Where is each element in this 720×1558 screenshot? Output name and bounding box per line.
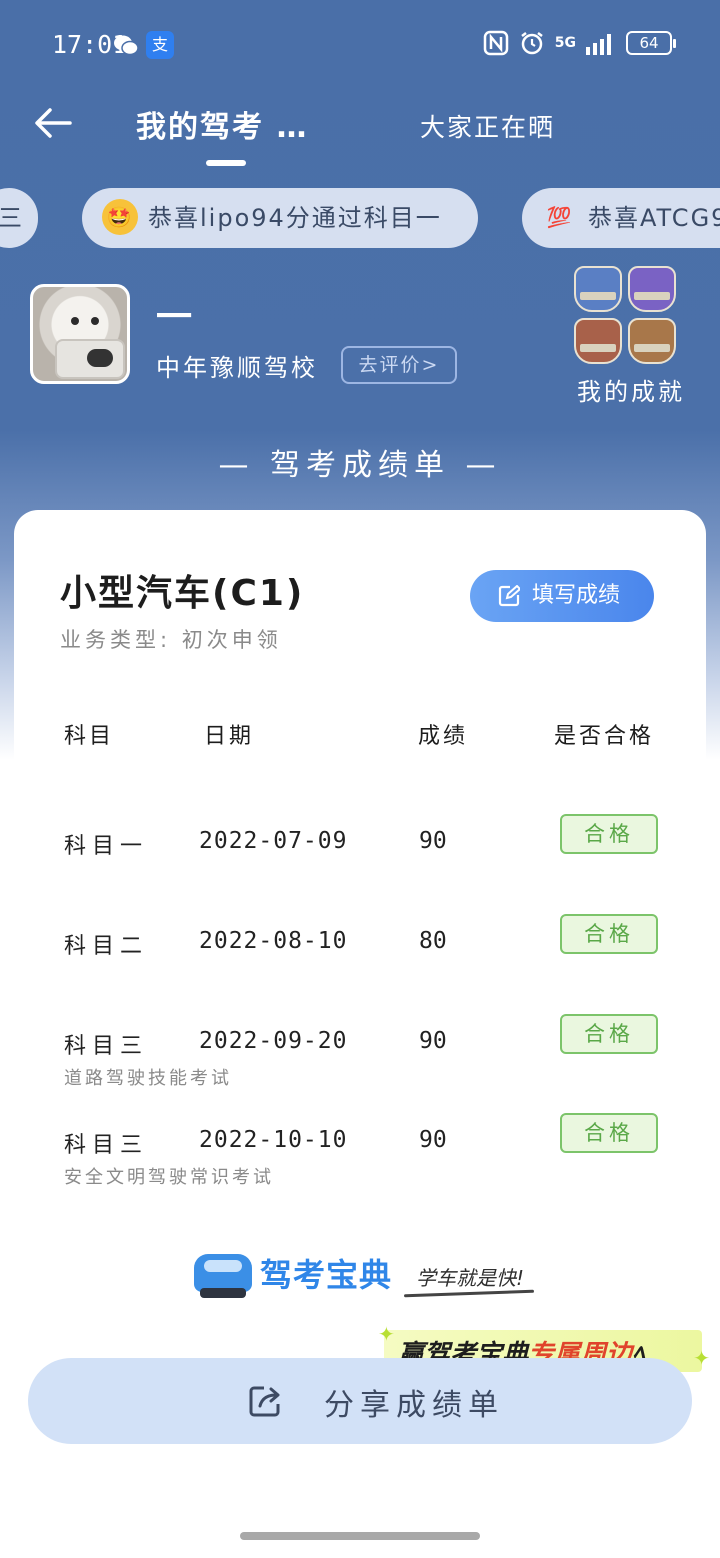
star-eyes-emoji-icon: 🤩 (102, 199, 138, 235)
ticker-text: 恭喜lipo94分通过科目一 (148, 204, 442, 232)
user-profile: 一 中年豫顺驾校 去评价> 我的成就 (0, 266, 720, 412)
badge-ribbon (634, 292, 670, 300)
row-note: 安全文明驾驶常识考试 (64, 1167, 274, 1188)
table-row: 科目一 2022-07-09 90 合格 (14, 814, 706, 908)
achievement-badges[interactable] (574, 266, 684, 366)
home-indicator[interactable] (240, 1532, 480, 1540)
pass-badge: 合格 (560, 914, 658, 954)
status-right: 5G 64 (483, 30, 676, 56)
hundred-points-emoji-icon: 💯 (546, 205, 574, 229)
tab-everyone-sharing[interactable]: 大家正在晒 (420, 108, 555, 144)
back-arrow-icon[interactable] (30, 100, 76, 146)
pass-badge: 合格 (560, 1113, 658, 1153)
badge-subject2-icon (628, 266, 676, 312)
row-date: 2022-10-10 (199, 1127, 348, 1153)
top-nav: 我的驾考 … 大家正在晒 (0, 90, 720, 170)
badge-ribbon (580, 292, 616, 300)
row-date: 2022-07-09 (199, 828, 348, 854)
battery-icon: 64 (626, 31, 676, 55)
table-row: 科目二 2022-08-10 80 合格 (14, 914, 706, 1008)
table-row: 科目三 2022-09-20 90 合格 道路驾驶技能考试 (14, 1014, 706, 1108)
user-name: 一 (156, 297, 193, 338)
badge-ribbon (634, 344, 670, 352)
active-tab-indicator (206, 160, 246, 166)
row-subject: 科目三 (64, 1133, 149, 1158)
header-score: 成绩 (418, 724, 469, 749)
pass-badge: 合格 (560, 1014, 658, 1054)
row-score: 90 (419, 1028, 447, 1054)
row-date: 2022-09-20 (199, 1028, 348, 1054)
row-score: 90 (419, 1127, 447, 1153)
alarm-icon (521, 32, 543, 55)
avatar-eye (91, 317, 99, 325)
nfc-icon (483, 30, 509, 56)
fill-score-label: 填写成绩 (532, 583, 621, 608)
brand-slogan: 学车就是快! (416, 1266, 525, 1290)
network-label: 5G (554, 35, 576, 51)
ticker-text: 三 (0, 204, 24, 232)
ticker-pill[interactable]: 💯 恭喜ATCG9 (522, 188, 720, 248)
ticker-pill[interactable]: 🤩 恭喜lipo94分通过科目一 (82, 188, 478, 248)
share-icon (249, 1386, 280, 1417)
pass-badge: 合格 (560, 814, 658, 854)
row-subject: 科目一 (64, 834, 149, 859)
row-subject: 科目二 (64, 934, 149, 959)
score-card: 小型汽车(C1) 业务类型: 初次申领 填写成绩 科目 日期 成绩 是否合格 科… (14, 510, 706, 1328)
avatar-phone (55, 339, 125, 379)
share-score-button[interactable]: 分享成绩单 (28, 1358, 692, 1444)
row-score: 90 (419, 828, 447, 854)
badge-ribbon (580, 344, 616, 352)
business-type: 业务类型: 初次申领 (60, 628, 282, 652)
achievements-label[interactable]: 我的成就 (577, 372, 685, 407)
header-subject: 科目 (64, 724, 115, 749)
brand-name: 驾考宝典 (260, 1256, 393, 1294)
signal-icon (586, 34, 611, 55)
badge-subject3-icon (574, 318, 622, 364)
sparkle-icon: ✦ (693, 1346, 710, 1370)
fill-score-button[interactable]: 填写成绩 (470, 570, 654, 622)
congrats-ticker: 三 🤩 恭喜lipo94分通过科目一 💯 恭喜ATCG9 (0, 188, 720, 250)
header-passed: 是否合格 (554, 724, 655, 749)
avatar-eye (71, 317, 79, 325)
table-row: 科目三 2022-10-10 90 合格 安全文明驾驶常识考试 (14, 1113, 706, 1207)
ticker-text: 恭喜ATCG9 (588, 204, 720, 232)
avatar[interactable] (30, 284, 130, 384)
tab-my-exam[interactable]: 我的驾考 … (136, 102, 308, 146)
status-bar: 17:01 支 5G 64 (0, 28, 720, 64)
row-note: 道路驾驶技能考试 (64, 1068, 232, 1089)
wechat-icon (112, 31, 140, 59)
driving-school: 中年豫顺驾校 (156, 354, 318, 382)
edit-icon (498, 585, 520, 607)
rate-school-button[interactable]: 去评价> (341, 346, 457, 384)
car-logo-icon (194, 1254, 252, 1298)
sparkle-icon: ✦ (378, 1322, 395, 1346)
badge-subject1-icon (574, 266, 622, 312)
row-subject: 科目三 (64, 1034, 149, 1059)
brand-logo: 驾考宝典 学车就是快! (194, 1250, 554, 1300)
row-score: 80 (419, 928, 447, 954)
header-date: 日期 (204, 724, 255, 749)
vehicle-type: 小型汽车(C1) (60, 573, 305, 614)
share-label: 分享成绩单 (324, 1388, 504, 1423)
ticker-pill[interactable]: 三 (0, 188, 38, 248)
badge-subject4-icon (628, 318, 676, 364)
sheet-title: — 驾考成绩单 — (218, 448, 502, 483)
alipay-icon: 支 (146, 31, 174, 59)
row-date: 2022-08-10 (199, 928, 348, 954)
